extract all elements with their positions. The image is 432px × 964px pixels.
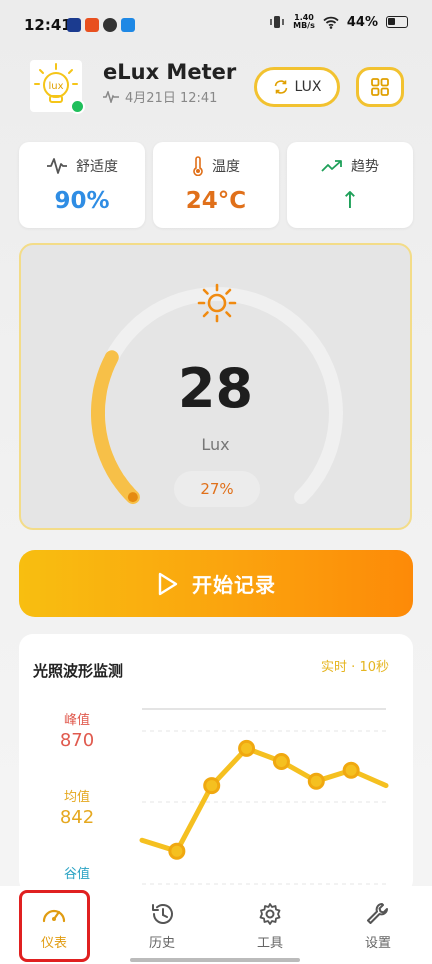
wrench-icon: [367, 903, 388, 924]
wifi-icon: [323, 16, 339, 29]
start-recording-button[interactable]: 开始记录: [19, 550, 413, 617]
network-speed: 1.40 MB/s: [293, 14, 315, 30]
waveform-point: [203, 777, 221, 795]
gauge-knob: [127, 492, 138, 503]
nav-item-history[interactable]: 历史: [108, 886, 216, 964]
grid-menu-button[interactable]: [356, 67, 404, 107]
battery-percent: 44%: [346, 14, 378, 30]
trend-card[interactable]: 趋势 ↑: [287, 142, 413, 228]
waveform-points: [168, 739, 360, 860]
sun-icon: [197, 283, 237, 323]
gauge-percent-badge: 27%: [174, 471, 260, 507]
waveform-point: [272, 753, 290, 770]
status-right: 1.40 MB/s 44%: [269, 14, 408, 30]
trend-label: 趋势: [351, 159, 379, 175]
trend-label-row: 趋势: [287, 156, 413, 176]
trend-up-icon: [321, 160, 342, 172]
waveform-card: 光照波形监测 实时 · 10秒 峰值 870 均值 842 谷值: [19, 634, 413, 894]
thermometer-icon: [193, 156, 203, 176]
home-indicator[interactable]: [130, 958, 300, 962]
waveform-point: [342, 761, 360, 779]
battery-icon: [386, 16, 408, 28]
start-recording-label: 开始记录: [192, 573, 276, 597]
nav-label-history: 历史: [148, 936, 175, 951]
link-notification-icon: [103, 18, 117, 32]
message-notification-icon: [121, 18, 135, 32]
comfort-value: 90%: [54, 188, 110, 214]
lux-unit: Lux: [201, 435, 230, 454]
nav-label-settings: 设置: [364, 936, 391, 951]
active-nav-highlight: [19, 890, 90, 962]
pulse-icon: [103, 90, 119, 103]
online-status-dot: [70, 99, 85, 114]
status-time: 12:41: [24, 16, 72, 34]
play-store-notification-icon: [67, 18, 81, 32]
temperature-card[interactable]: 温度 24°C: [153, 142, 279, 228]
vibrate-icon: [270, 16, 284, 28]
trend-value: ↑: [340, 188, 360, 214]
play-icon: [158, 572, 178, 595]
temperature-label-row: 温度: [153, 156, 279, 176]
pulse-icon: [47, 158, 67, 174]
app-notification-icon: [85, 18, 99, 32]
comfort-label-row: 舒适度: [19, 156, 145, 176]
comfort-label: 舒适度: [76, 159, 118, 175]
nav-label-tools: 工具: [256, 936, 283, 951]
nav-item-tools[interactable]: 工具: [216, 886, 324, 964]
waveform-point: [238, 739, 256, 757]
app-title: eLux Meter: [103, 60, 237, 84]
lux-value: 28: [177, 357, 254, 420]
lux-gauge-card: 28 Lux 27%: [19, 243, 412, 530]
app-subtitle: 4月21日 12:41: [103, 87, 217, 106]
temperature-label: 温度: [212, 159, 240, 175]
comfort-card[interactable]: 舒适度 90%: [19, 142, 145, 228]
temperature-value: 24°C: [185, 188, 247, 214]
waveform-point: [307, 772, 325, 790]
date-time: 4月21日 12:41: [125, 91, 218, 106]
lux-mode-label: LUX: [294, 79, 322, 95]
grid-icon: [371, 78, 389, 96]
refresh-icon: [274, 80, 287, 94]
gear-icon: [259, 903, 281, 925]
status-bar: 12:41 1.40 MB/s 44%: [0, 0, 432, 48]
waveform-chart: [139, 708, 389, 885]
lux-mode-button[interactable]: LUX: [254, 67, 340, 107]
waveform-point: [168, 842, 186, 860]
history-icon: [152, 904, 173, 924]
nav-item-settings[interactable]: 设置: [324, 886, 432, 964]
logo-text: lux: [48, 81, 63, 92]
speed-unit: MB/s: [293, 21, 315, 30]
